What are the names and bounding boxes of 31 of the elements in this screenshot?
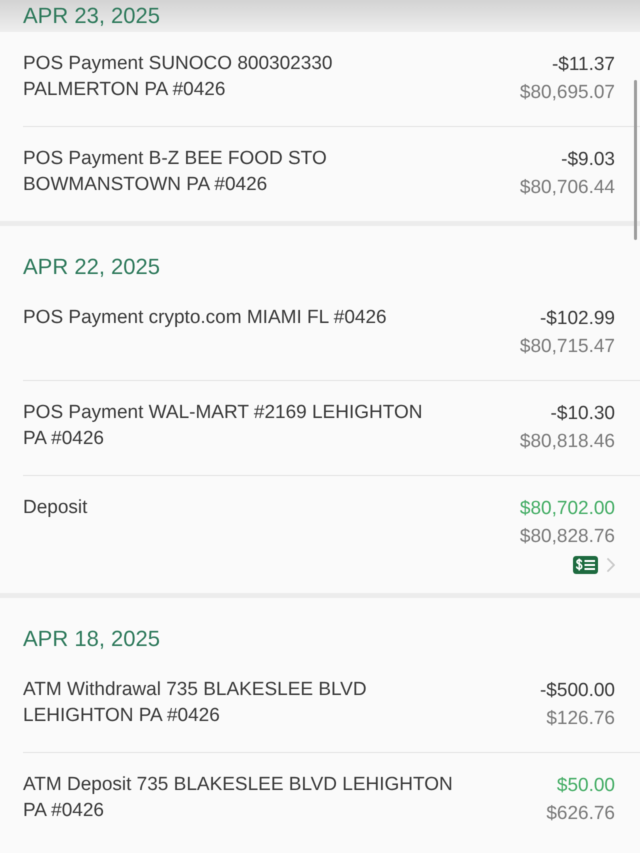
transaction-amount: $50.00 <box>556 774 615 798</box>
transaction-description: ATM Deposit 735 BLAKESLEE BLVD LEHIGHTON PA #0426 <box>23 773 453 823</box>
date-header: APR 18, 2025 <box>22 625 161 653</box>
transaction-amount: -$9.03 <box>561 148 615 172</box>
transaction-amount: -$500.00 <box>540 679 615 703</box>
running-balance: $80,706.44 <box>520 176 615 200</box>
transaction-description: POS Payment SUNOCO 800302330 PALMERTON PA #0426 <box>23 52 332 102</box>
transaction-row[interactable]: ATM Deposit 735 BLAKESLEE BLVD LEHIGHTON PA #0426 $50.00 $626.76 <box>23 753 640 847</box>
running-balance: $126.76 <box>546 707 615 731</box>
transaction-description: POS Payment crypto.com MIAMI FL #0426 <box>23 306 387 330</box>
transaction-description: Deposit <box>23 496 88 520</box>
running-balance: $626.76 <box>546 802 615 826</box>
running-balance: $80,695.07 <box>520 81 615 105</box>
transaction-description: POS Payment B-Z BEE FOOD STO BOWMANSTOWN PA #0426 <box>23 147 327 197</box>
transaction-amount: -$102.99 <box>540 307 615 331</box>
transaction-row[interactable]: POS Payment WAL-MART #2169 LEHIGHTON PA #0426 -$10.30 $80,818.46 <box>23 381 640 476</box>
running-balance: $80,828.76 <box>520 525 615 549</box>
running-balance: $80,818.46 <box>520 430 615 454</box>
date-header: APR 22, 2025 <box>22 253 161 281</box>
transaction-row[interactable]: ATM Withdrawal 735 BLAKESLEE BLVD LEHIGHTON PA #0426 -$500.00 $126.76 <box>23 658 640 753</box>
transaction-description: POS Payment WAL-MART #2169 LEHIGHTON PA #0426 <box>23 401 422 451</box>
transaction-amount: -$11.37 <box>552 53 615 77</box>
transaction-row[interactable]: Deposit $80,702.00 $80,828.76 <box>23 476 640 593</box>
check-image-icon[interactable] <box>573 556 598 574</box>
transaction-amount: -$10.30 <box>550 402 615 426</box>
transaction-row[interactable]: POS Payment B-Z BEE FOOD STO BOWMANSTOWN PA #0426 -$9.03 $80,706.44 <box>23 127 640 221</box>
running-balance: $80,715.47 <box>520 335 615 359</box>
transaction-amount: $80,702.00 <box>520 497 615 521</box>
transaction-description: ATM Withdrawal 735 BLAKESLEE BLVD LEHIGHTON PA #0426 <box>23 678 367 728</box>
transaction-row[interactable]: POS Payment crypto.com MIAMI FL #0426 -$102.99 $80,715.47 <box>23 286 640 381</box>
date-header: APR 23, 2025 <box>0 0 640 32</box>
